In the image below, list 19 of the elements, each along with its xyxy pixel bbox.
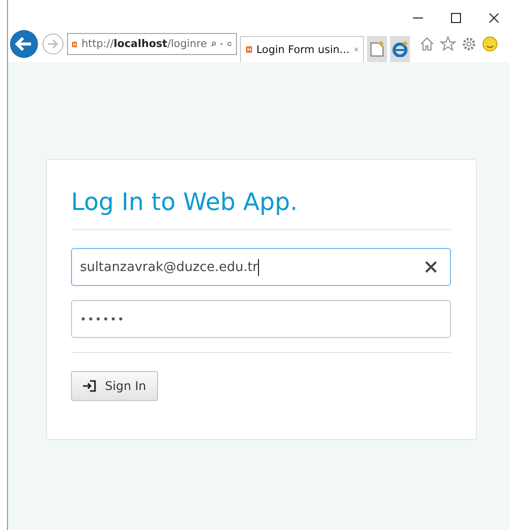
- browser-logo-icon[interactable]: [392, 41, 408, 57]
- edge-tab-button[interactable]: [390, 36, 410, 62]
- sign-in-icon[interactable]: [83, 380, 96, 392]
- star-icon[interactable]: [440, 36, 456, 52]
- close-icon[interactable]: [488, 12, 500, 24]
- page-icon[interactable]: [370, 41, 384, 57]
- clear-icon[interactable]: [425, 261, 437, 273]
- sign-in-button[interactable]: Sign In: [71, 371, 158, 401]
- new-tab-button[interactable]: [367, 36, 387, 62]
- maximize-icon[interactable]: [450, 12, 462, 24]
- home-icon[interactable]: [419, 36, 435, 52]
- back-icon[interactable]: [9, 29, 39, 59]
- smiley-icon[interactable]: [482, 36, 498, 52]
- browser-tab[interactable]: Login Form usin...: [240, 36, 364, 62]
- password-field[interactable]: ••••••: [71, 300, 451, 338]
- email-field[interactable]: sultanzavrak@duzce.edu.tr: [71, 248, 451, 286]
- address-bar[interactable]: http://localhost/loginre: [67, 33, 237, 55]
- settings-icon[interactable]: [461, 36, 477, 52]
- form-title: Log In to Web App.: [71, 188, 299, 218]
